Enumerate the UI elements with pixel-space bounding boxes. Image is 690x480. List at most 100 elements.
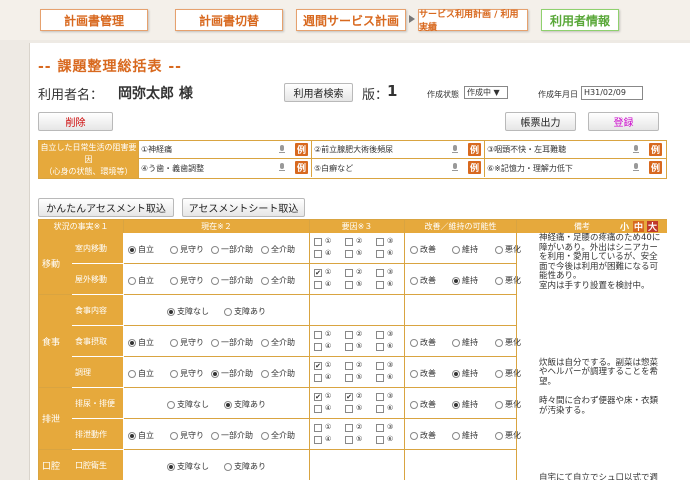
- radio-icon[interactable]: [410, 369, 418, 378]
- radio-icon[interactable]: [167, 307, 175, 316]
- radio-icon[interactable]: [495, 431, 503, 440]
- radio-icon[interactable]: [452, 431, 460, 440]
- current-option[interactable]: 全介助: [261, 368, 295, 379]
- radio-icon[interactable]: [261, 338, 269, 347]
- factor-checkbox[interactable]: [376, 238, 384, 246]
- current-option[interactable]: 一部介助: [211, 275, 253, 286]
- radio-icon[interactable]: [170, 369, 178, 378]
- example-icon[interactable]: 例: [295, 143, 308, 156]
- tab-plan-switch[interactable]: 計画書切替: [175, 9, 283, 31]
- register-button[interactable]: 登録: [588, 112, 659, 131]
- radio-icon[interactable]: [452, 369, 460, 378]
- delete-button[interactable]: 削除: [38, 112, 113, 131]
- current-option[interactable]: 見守り: [170, 337, 204, 348]
- radio-icon[interactable]: [410, 431, 418, 440]
- factor-checkbox[interactable]: ✔: [314, 269, 322, 277]
- support-option[interactable]: 支障なし: [167, 399, 209, 410]
- factor-checkbox[interactable]: [376, 343, 384, 351]
- possibility-option[interactable]: 悪化: [495, 244, 521, 255]
- radio-icon[interactable]: [211, 338, 219, 347]
- factor-checkbox[interactable]: [376, 362, 384, 370]
- current-option[interactable]: 自立: [128, 244, 154, 255]
- factor-checkbox[interactable]: [314, 374, 322, 382]
- factor-checkbox[interactable]: [314, 436, 322, 444]
- radio-icon[interactable]: [128, 338, 136, 347]
- notes-textarea[interactable]: 神経痛・足腰の疼痛のため40に障がいあり。外出はシニアカーを利用・愛用しているが…: [537, 233, 667, 480]
- factor-checkbox[interactable]: [345, 269, 353, 277]
- radio-icon[interactable]: [452, 338, 460, 347]
- radio-icon[interactable]: [224, 307, 232, 316]
- status-select[interactable]: 作成中 ▼: [464, 86, 508, 99]
- assessment-sheet-import-button[interactable]: アセスメントシート取込: [182, 198, 305, 217]
- current-option[interactable]: 自立: [128, 275, 154, 286]
- size-large-button[interactable]: 大: [647, 221, 658, 233]
- size-small-button[interactable]: 小: [619, 221, 630, 233]
- radio-icon[interactable]: [170, 431, 178, 440]
- possibility-option[interactable]: 維持: [452, 337, 478, 348]
- possibility-option[interactable]: 悪化: [495, 430, 521, 441]
- factor-checkbox[interactable]: ✔: [314, 393, 322, 401]
- support-option[interactable]: 支障あり: [224, 461, 266, 472]
- radio-icon[interactable]: [211, 276, 219, 285]
- factor-checkbox[interactable]: ✔: [345, 393, 353, 401]
- current-option[interactable]: 一部介助: [211, 244, 253, 255]
- factor-checkbox[interactable]: [314, 281, 322, 289]
- mic-icon[interactable]: [633, 163, 639, 173]
- factor-checkbox[interactable]: [345, 281, 353, 289]
- factor-checkbox[interactable]: [314, 405, 322, 413]
- radio-icon[interactable]: [224, 400, 232, 409]
- radio-icon[interactable]: [410, 276, 418, 285]
- radio-icon[interactable]: [452, 245, 460, 254]
- factor-checkbox[interactable]: [345, 250, 353, 258]
- mic-icon[interactable]: [279, 145, 285, 155]
- example-icon[interactable]: 例: [649, 161, 662, 174]
- possibility-option[interactable]: 維持: [452, 368, 478, 379]
- factor-checkbox[interactable]: [314, 424, 322, 432]
- radio-icon[interactable]: [211, 431, 219, 440]
- possibility-option[interactable]: 悪化: [495, 368, 521, 379]
- radio-icon[interactable]: [170, 276, 178, 285]
- radio-icon[interactable]: [261, 369, 269, 378]
- example-icon[interactable]: 例: [468, 161, 481, 174]
- current-option[interactable]: 全介助: [261, 337, 295, 348]
- radio-icon[interactable]: [410, 245, 418, 254]
- radio-icon[interactable]: [261, 276, 269, 285]
- current-option[interactable]: 自立: [128, 430, 154, 441]
- possibility-option[interactable]: 維持: [452, 399, 478, 410]
- radio-icon[interactable]: [495, 400, 503, 409]
- radio-icon[interactable]: [128, 276, 136, 285]
- radio-icon[interactable]: [128, 431, 136, 440]
- possibility-option[interactable]: 維持: [452, 244, 478, 255]
- possibility-option[interactable]: 改善: [410, 430, 436, 441]
- radio-icon[interactable]: [128, 245, 136, 254]
- possibility-option[interactable]: 維持: [452, 430, 478, 441]
- support-option[interactable]: 支障あり: [224, 399, 266, 410]
- radio-icon[interactable]: [211, 245, 219, 254]
- possibility-option[interactable]: 改善: [410, 244, 436, 255]
- factor-6[interactable]: ⑥※記憶力・理解力低下 例: [485, 159, 666, 177]
- support-option[interactable]: 支障なし: [167, 461, 209, 472]
- current-option[interactable]: 全介助: [261, 244, 295, 255]
- current-option[interactable]: 見守り: [170, 275, 204, 286]
- date-input[interactable]: H31/02/09: [581, 86, 643, 100]
- support-option[interactable]: 支障あり: [224, 306, 266, 317]
- mic-icon[interactable]: [279, 163, 285, 173]
- current-option[interactable]: 見守り: [170, 244, 204, 255]
- print-button[interactable]: 帳票出力: [505, 112, 576, 131]
- radio-icon[interactable]: [211, 369, 219, 378]
- current-option[interactable]: 見守り: [170, 368, 204, 379]
- factor-checkbox[interactable]: [345, 374, 353, 382]
- radio-icon[interactable]: [224, 462, 232, 471]
- factor-checkbox[interactable]: [376, 269, 384, 277]
- possibility-option[interactable]: 改善: [410, 399, 436, 410]
- current-option[interactable]: 一部介助: [211, 337, 253, 348]
- current-option[interactable]: 自立: [128, 368, 154, 379]
- possibility-option[interactable]: 維持: [452, 275, 478, 286]
- radio-icon[interactable]: [410, 400, 418, 409]
- tab-service-usage-plan[interactable]: サービス利用計画 / 利用実績: [418, 9, 528, 33]
- radio-icon[interactable]: [495, 245, 503, 254]
- factor-checkbox[interactable]: [376, 424, 384, 432]
- factor-checkbox[interactable]: [345, 436, 353, 444]
- mic-icon[interactable]: [633, 145, 639, 155]
- factor-checkbox[interactable]: [376, 331, 384, 339]
